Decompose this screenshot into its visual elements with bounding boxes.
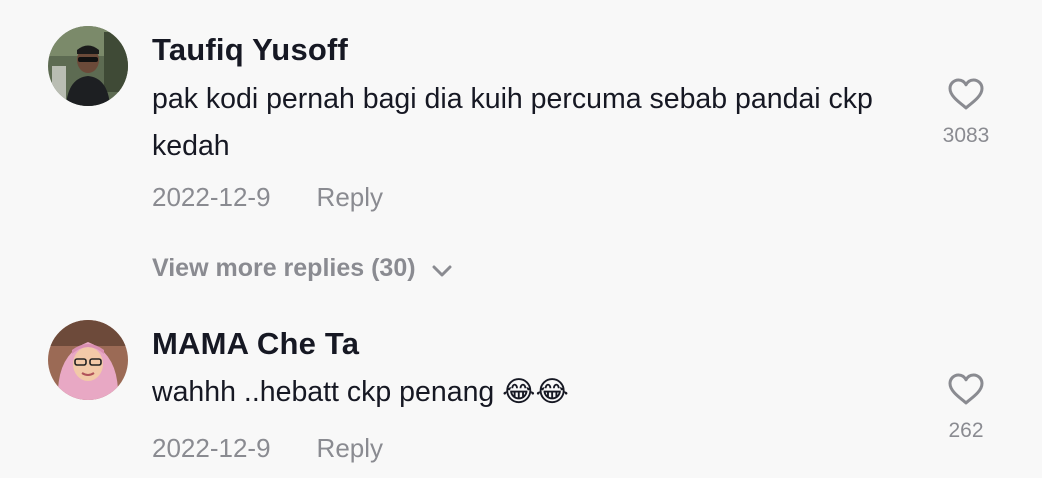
comment-meta: 2022-12-9 Reply: [152, 433, 383, 464]
heart-icon: [930, 373, 1002, 405]
comment-username[interactable]: Taufiq Yusoff: [152, 32, 348, 68]
comment-date: 2022-12-9: [152, 182, 271, 212]
like-count: 3083: [942, 124, 990, 147]
comment-meta: 2022-12-9 Reply: [152, 182, 383, 213]
like-button[interactable]: 262: [930, 373, 1002, 443]
chevron-down-icon: [432, 255, 452, 284]
comment-date: 2022-12-9: [152, 433, 271, 463]
like-button[interactable]: 3083: [930, 78, 1002, 148]
heart-icon: [930, 78, 1002, 110]
avatar[interactable]: [48, 320, 128, 400]
view-more-label: View more replies (30): [152, 254, 416, 282]
comment-text: wahhh ..hebatt ckp penang 😂😂: [152, 376, 569, 408]
reply-button[interactable]: Reply: [317, 433, 383, 463]
view-more-replies-button[interactable]: View more replies (30): [152, 254, 452, 284]
like-count: 262: [948, 419, 984, 442]
avatar[interactable]: [48, 26, 128, 106]
comment-text: pak kodi pernah bagi dia kuih percuma se…: [152, 83, 873, 162]
comment-username[interactable]: MAMA Che Ta: [152, 326, 359, 362]
reply-button[interactable]: Reply: [317, 182, 383, 212]
